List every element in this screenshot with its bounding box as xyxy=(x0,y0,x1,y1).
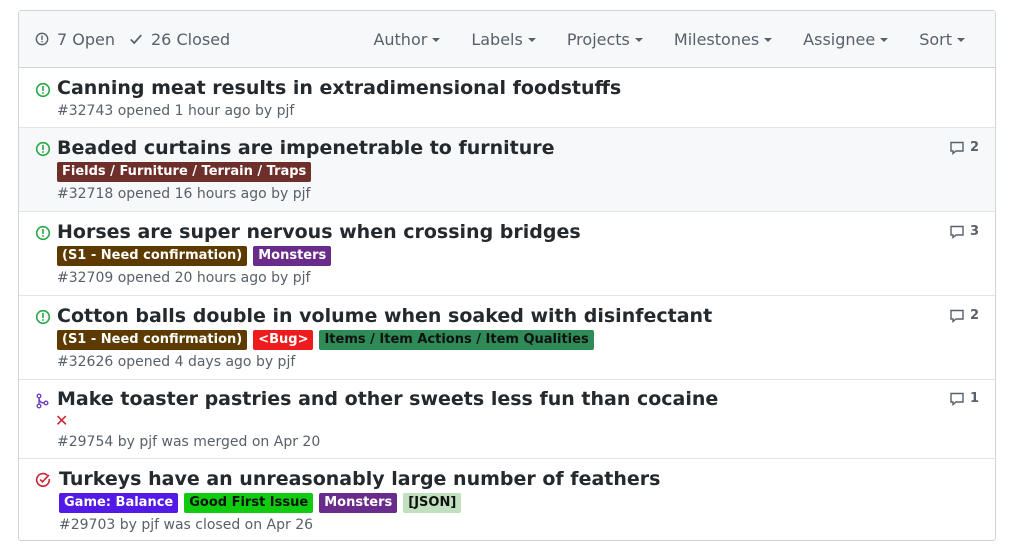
issue-meta: #32709 opened 20 hours ago by pjf xyxy=(57,270,311,286)
labels-filter[interactable]: Labels xyxy=(471,30,536,49)
open-issue-icon xyxy=(35,32,49,46)
issue-title-link[interactable]: Turkeys have an unreasonably large numbe… xyxy=(59,468,660,490)
label-list: (S1 - Need confirmation) <Bug> Items / I… xyxy=(57,330,600,350)
comments-link[interactable]: 3 xyxy=(949,224,979,239)
labels-filter-label: Labels xyxy=(471,29,523,49)
comment-icon xyxy=(949,141,965,155)
label-badge[interactable]: Game: Balance xyxy=(59,493,179,513)
sort-filter-label: Sort xyxy=(919,29,952,49)
issue-row: Beaded curtains are impenetrable to furn… xyxy=(19,128,995,212)
assignee-filter-label: Assignee xyxy=(803,29,876,49)
filter-bar: Author Labels Projects Milestones Assign… xyxy=(373,11,995,67)
label-list: Game: Balance Good First Issue Monsters … xyxy=(59,493,467,513)
comment-icon xyxy=(949,309,965,323)
issue-meta: #29754 by pjf was merged on Apr 20 xyxy=(57,434,321,450)
issue-title-link[interactable]: Make toaster pastries and other sweets l… xyxy=(57,388,718,410)
label-list: (S1 - Need confirmation) Monsters xyxy=(57,246,337,266)
open-issue-icon xyxy=(35,225,51,245)
label-badge[interactable]: Good First Issue xyxy=(184,493,314,513)
chevron-down-icon xyxy=(764,38,773,42)
label-badge[interactable]: Monsters xyxy=(319,493,398,513)
open-filter[interactable]: 7 Open xyxy=(35,30,115,49)
label-badge[interactable]: [JSON] xyxy=(403,493,462,513)
issue-row: Turkeys have an unreasonably large numbe… xyxy=(19,459,995,542)
closed-filter[interactable]: 26 Closed xyxy=(129,30,230,49)
check-icon xyxy=(129,32,143,46)
author-filter-label: Author xyxy=(373,29,428,49)
issue-title-link[interactable]: Canning meat results in extradimensional… xyxy=(57,77,621,99)
chevron-down-icon xyxy=(880,38,889,42)
label-badge[interactable]: <Bug> xyxy=(253,330,314,350)
issue-row: Make toaster pastries and other sweets l… xyxy=(19,380,995,459)
issue-meta: #32743 opened 1 hour ago by pjf xyxy=(57,103,295,119)
issue-title-link[interactable]: Horses are super nervous when crossing b… xyxy=(57,221,581,243)
closed-issue-icon xyxy=(35,472,51,492)
closed-count: 26 Closed xyxy=(151,29,231,49)
chevron-down-icon xyxy=(432,38,441,42)
comment-count: 3 xyxy=(969,224,979,239)
comment-count: 2 xyxy=(969,140,979,155)
assignee-filter[interactable]: Assignee xyxy=(803,29,889,49)
projects-filter[interactable]: Projects xyxy=(567,30,643,49)
issue-row: Cotton balls double in volume when soake… xyxy=(19,296,995,380)
issue-list-header: 7 Open 26 Closed Author Labels Projects … xyxy=(19,11,995,68)
label-badge[interactable]: Items / Item Actions / Item Qualities xyxy=(319,330,594,350)
chevron-down-icon xyxy=(634,38,643,42)
label-badge[interactable]: (S1 - Need confirmation) xyxy=(57,330,248,350)
milestones-filter[interactable]: Milestones xyxy=(673,29,773,49)
issue-meta: #29703 by pjf was closed on Apr 26 xyxy=(59,517,314,533)
open-count: 7 Open xyxy=(57,29,115,49)
milestones-filter-label: Milestones xyxy=(673,29,760,49)
merged-pr-icon xyxy=(35,393,49,413)
comments-link[interactable]: 1 xyxy=(949,391,979,406)
author-filter[interactable]: Author xyxy=(373,29,441,49)
issue-meta: #32626 opened 4 days ago by pjf xyxy=(57,354,296,370)
open-issue-icon xyxy=(35,141,51,161)
comment-icon xyxy=(949,392,965,406)
issue-title-link[interactable]: Beaded curtains are impenetrable to furn… xyxy=(57,137,555,159)
label-badge[interactable]: Monsters xyxy=(253,246,332,266)
chevron-down-icon xyxy=(957,38,965,42)
sort-filter[interactable]: Sort xyxy=(919,30,965,49)
comments-link[interactable]: 2 xyxy=(949,308,979,323)
comment-count: 1 xyxy=(969,391,979,406)
issue-list-panel: 7 Open 26 Closed Author Labels Projects … xyxy=(18,10,996,541)
projects-filter-label: Projects xyxy=(566,29,630,49)
chevron-down-icon xyxy=(527,38,536,42)
comment-icon xyxy=(949,225,965,239)
issue-title-link[interactable]: Cotton balls double in volume when soake… xyxy=(57,305,712,327)
open-issue-icon xyxy=(35,309,51,329)
comment-count: 2 xyxy=(969,308,979,323)
label-list: Fields / Furniture / Terrain / Traps xyxy=(57,162,317,182)
label-badge[interactable]: Fields / Furniture / Terrain / Traps xyxy=(57,162,312,182)
failed-checks-icon[interactable]: ✕ xyxy=(55,411,68,430)
open-issue-icon xyxy=(35,82,51,102)
issue-meta: #32718 opened 16 hours ago by pjf xyxy=(57,186,311,202)
issue-row: Horses are super nervous when crossing b… xyxy=(19,212,995,296)
comments-link[interactable]: 2 xyxy=(949,140,979,155)
issue-row: Canning meat results in extradimensional… xyxy=(19,68,995,128)
label-badge[interactable]: (S1 - Need confirmation) xyxy=(57,246,248,266)
